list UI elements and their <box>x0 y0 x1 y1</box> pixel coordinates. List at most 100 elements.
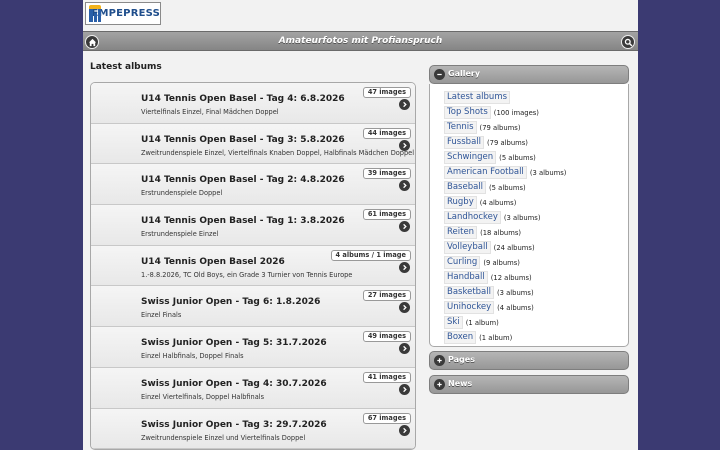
pages-panel-header[interactable]: Pages <box>429 351 629 370</box>
album-title: Swiss Junior Open - Tag 6: 1.8.2026 <box>141 297 321 308</box>
album-description: Einzel Halbfinals, Doppel Finals <box>141 352 244 361</box>
album-title: U14 Tennis Open Basel - Tag 1: 3.8.2026 <box>141 216 345 227</box>
gallery-item: Volleyball (24 albums) <box>444 240 628 255</box>
site-tagline: Amateurfotos mit Profianspruch <box>278 36 443 46</box>
album-open-button[interactable] <box>399 261 410 273</box>
album-count-badge: 61 images <box>362 209 411 221</box>
gallery-panel-header[interactable]: Gallery <box>429 65 629 84</box>
gallery-item: Landhockey (3 albums) <box>444 210 628 225</box>
pages-toggle-button[interactable] <box>434 355 445 366</box>
gallery-item: Handball (12 albums) <box>444 270 628 285</box>
album-item[interactable]: Swiss Junior Open - Tag 6: 1.8.2026 Einz… <box>91 286 415 328</box>
gallery-link[interactable]: Curling <box>444 256 481 269</box>
gallery-link[interactable]: Boxen <box>444 331 477 344</box>
album-title: U14 Tennis Open Basel - Tag 2: 4.8.2026 <box>141 175 345 186</box>
album-count-badge: 4 albums / 1 image <box>330 249 411 261</box>
gallery-list: Latest albums Top Shots (100 images) Tenn… <box>429 84 629 347</box>
search-button[interactable] <box>621 35 635 49</box>
album-description: Zweitrundenspiele Einzel, Viertelfinals … <box>141 148 415 157</box>
gallery-count: (3 albums) <box>496 288 534 297</box>
gallery-count: (3 albums) <box>529 168 567 177</box>
gallery-link[interactable]: Volleyball <box>444 241 491 254</box>
chevron-right-icon <box>403 345 407 352</box>
gallery-link[interactable]: Basketball <box>444 286 494 299</box>
album-item[interactable]: U14 Tennis Open Basel 2026 1.-8.8.2026, … <box>91 245 415 287</box>
gallery-count: (5 albums) <box>499 153 536 162</box>
gallery-count: (4 albums) <box>497 303 534 312</box>
album-open-button[interactable] <box>399 221 410 233</box>
album-list: U14 Tennis Open Basel - Tag 4: 6.8.2026 … <box>90 82 416 450</box>
page: EMPEPRESS Amateurfotos mit Profianspruch… <box>83 0 638 450</box>
chevron-right-icon <box>403 427 407 433</box>
gallery-item: Latest albums <box>444 90 628 105</box>
album-open-button[interactable] <box>399 99 410 110</box>
album-open-button[interactable] <box>399 139 410 151</box>
gallery-item: Schwingen (5 albums) <box>444 150 628 165</box>
gallery-count: (1 album) <box>479 333 513 342</box>
chevron-right-icon <box>403 305 407 311</box>
gallery-count: (100 images) <box>493 108 539 117</box>
album-open-button[interactable] <box>399 343 410 355</box>
plus-icon <box>437 358 442 363</box>
album-open-button[interactable] <box>399 383 410 395</box>
news-toggle-button[interactable] <box>434 379 445 390</box>
gallery-heading: Gallery <box>448 69 481 78</box>
gallery-link[interactable]: Ski <box>444 316 463 329</box>
gallery-link[interactable]: Landhockey <box>444 211 501 224</box>
gallery-count: (3 albums) <box>503 213 541 222</box>
album-title: Swiss Junior Open - Tag 4: 30.7.2026 <box>141 378 327 389</box>
gallery-link[interactable]: Rugby <box>444 196 477 209</box>
gallery-link[interactable]: Tennis <box>444 121 477 134</box>
gallery-link[interactable]: Fussball <box>444 136 484 149</box>
album-description: Viertelfinals Einzel, Final Mädchen Dopp… <box>141 108 279 116</box>
album-item[interactable]: U14 Tennis Open Basel - Tag 3: 5.8.2026 … <box>91 123 415 165</box>
gallery-toggle-button[interactable] <box>434 69 445 80</box>
gallery-link[interactable]: Schwingen <box>444 151 497 164</box>
album-title: Swiss Junior Open - Tag 5: 31.7.2026 <box>141 338 327 349</box>
album-open-button[interactable] <box>399 302 410 314</box>
album-count-badge: 49 images <box>362 331 411 343</box>
album-item[interactable]: Swiss Junior Open - Tag 5: 31.7.2026 Ein… <box>91 327 415 368</box>
gallery-count: (79 albums) <box>479 123 521 132</box>
album-description: Erstrundenspiele Einzel <box>141 230 219 239</box>
gallery-item: Reiten (18 albums) <box>444 225 628 240</box>
chevron-right-icon <box>403 223 407 230</box>
album-count-badge: 39 images <box>362 168 411 180</box>
album-count-badge: 47 images <box>362 87 411 98</box>
gallery-item: Unihockey (4 albums) <box>444 300 628 315</box>
gallery-item: Boxen (1 album) <box>444 330 628 345</box>
album-open-button[interactable] <box>399 180 410 192</box>
gallery-link[interactable]: American Football <box>444 166 527 179</box>
minus-icon <box>437 73 442 76</box>
gallery-link[interactable]: Baseball <box>444 181 487 194</box>
gallery-link[interactable]: Latest albums <box>444 91 511 104</box>
gallery-item: Baseball (5 albums) <box>444 180 628 195</box>
album-item[interactable]: Swiss Junior Open - Tag 3: 29.7.2026 Zwe… <box>91 408 415 450</box>
news-heading: News <box>448 379 473 388</box>
gallery-count: (9 albums) <box>483 258 520 267</box>
gallery-item: Rugby (4 albums) <box>444 195 628 210</box>
gallery-count: (12 albums) <box>490 273 532 282</box>
album-description: Zweitrundenspiele Einzel und Viertelfina… <box>141 433 306 442</box>
gallery-link[interactable]: Top Shots <box>444 106 491 119</box>
chevron-right-icon <box>403 142 407 148</box>
gallery-count: (24 albums) <box>493 243 535 252</box>
gallery-count: (1 album) <box>465 318 499 327</box>
album-title: U14 Tennis Open Basel - Tag 3: 5.8.2026 <box>141 134 345 145</box>
album-item[interactable]: U14 Tennis Open Basel - Tag 4: 6.8.2026 … <box>91 83 415 124</box>
gallery-link[interactable]: Reiten <box>444 226 478 239</box>
gallery-link[interactable]: Unihockey <box>444 301 495 314</box>
chevron-right-icon <box>403 264 407 270</box>
album-item[interactable]: U14 Tennis Open Basel - Tag 1: 3.8.2026 … <box>91 205 415 246</box>
album-item[interactable]: Swiss Junior Open - Tag 4: 30.7.2026 Ein… <box>91 367 415 409</box>
latest-albums-heading: Latest albums <box>90 62 162 72</box>
gallery-item: Ski (1 album) <box>444 315 628 330</box>
album-open-button[interactable] <box>399 424 410 436</box>
gallery-item: Top Shots (100 images) <box>444 105 628 120</box>
album-item[interactable]: U14 Tennis Open Basel - Tag 2: 4.8.2026 … <box>91 164 415 206</box>
news-panel-header[interactable]: News <box>429 375 629 394</box>
plus-icon <box>437 382 442 387</box>
album-count-badge: 44 images <box>362 127 411 139</box>
site-logo[interactable]: EMPEPRESS <box>85 2 161 25</box>
gallery-link[interactable]: Handball <box>444 271 488 284</box>
